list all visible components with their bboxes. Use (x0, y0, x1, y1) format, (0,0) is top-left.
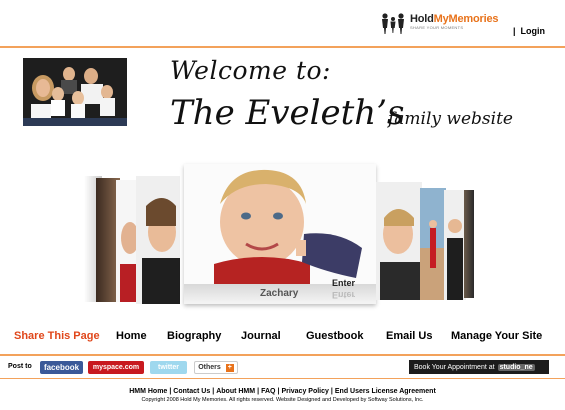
enter-button[interactable]: Enter (332, 278, 355, 288)
welcome-heading: Welcome to: (170, 56, 331, 85)
studio-logo: studio_ne (497, 363, 535, 371)
carousel-card[interactable] (464, 190, 474, 298)
myspace-share-button[interactable]: myspace.com (88, 361, 144, 374)
post-to-label: Post to (8, 363, 32, 370)
brand-tagline: SHARE YOUR MOMENTS (410, 25, 464, 30)
footer-link-hmm-home[interactable]: HMM Home (129, 388, 167, 395)
nav-home[interactable]: Home (116, 330, 147, 342)
enter-button-reflection: Enter (332, 290, 356, 300)
footer-divider (0, 378, 565, 379)
footer-link-faq[interactable]: FAQ (261, 388, 275, 395)
footer-link-eula[interactable]: End Users License Agreement (335, 388, 436, 395)
login-separator: | (513, 26, 516, 36)
main-nav: Share This Page Home Biography Journal G… (0, 330, 565, 344)
copyright-text: Copyright 2008 Hold My Memories. All rig… (141, 397, 424, 403)
holdmymemories-logo[interactable]: HoldMyMemories SHARE YOUR MOMENTS (380, 12, 498, 34)
appointment-text: Book Your Appointment at (414, 363, 495, 371)
plus-icon: + (225, 363, 234, 372)
nav-manage-your-site[interactable]: Manage Your Site (451, 330, 542, 342)
brand-name-my: My (433, 13, 449, 25)
footer-link-about-hmm[interactable]: About HMM (216, 388, 255, 395)
footer-link-privacy-policy[interactable]: Privacy Policy (281, 388, 328, 395)
brand-name-memories: Memories (448, 13, 499, 25)
book-appointment-banner[interactable]: Book Your Appointment at studio_ne (409, 360, 549, 374)
twitter-share-button[interactable]: twitter (150, 361, 187, 374)
others-label: Others (198, 364, 221, 371)
login-link[interactable]: Login (521, 26, 546, 36)
facebook-share-button[interactable]: facebook (40, 361, 83, 374)
carousel-card[interactable] (420, 188, 446, 300)
share-this-page-link[interactable]: Share This Page (14, 330, 100, 342)
nav-divider (0, 354, 565, 356)
others-share-button[interactable]: Others + (194, 361, 238, 374)
featured-child-photo (184, 164, 376, 284)
site-title: The Eveleth’s (170, 93, 405, 133)
family-silhouette-icon (382, 13, 404, 34)
site-header: HoldMyMemories SHARE YOUR MOMENTS | Login (0, 0, 565, 46)
nav-biography[interactable]: Biography (167, 330, 221, 342)
site-subtitle: family website (388, 109, 513, 129)
photo-carousel[interactable]: Zachary Enter Enter (84, 164, 476, 306)
carousel-card[interactable] (136, 176, 180, 304)
carousel-card[interactable] (376, 182, 422, 300)
carousel-card[interactable] (444, 190, 466, 300)
featured-name-label: Zachary (260, 288, 299, 299)
footer-link-contact-us[interactable]: Contact Us (173, 388, 210, 395)
nav-guestbook[interactable]: Guestbook (306, 330, 363, 342)
nav-email-us[interactable]: Email Us (386, 330, 432, 342)
family-photo (23, 58, 127, 126)
brand-name-hold: Hold (410, 13, 434, 25)
footer-links: HMM Home | Contact Us | About HMM | FAQ | Privac… (129, 388, 436, 395)
share-bar: Post to facebook myspace.com twitter Oth… (8, 360, 563, 375)
header-divider (0, 46, 565, 48)
nav-journal[interactable]: Journal (241, 330, 281, 342)
login-area: | Login (513, 26, 545, 36)
